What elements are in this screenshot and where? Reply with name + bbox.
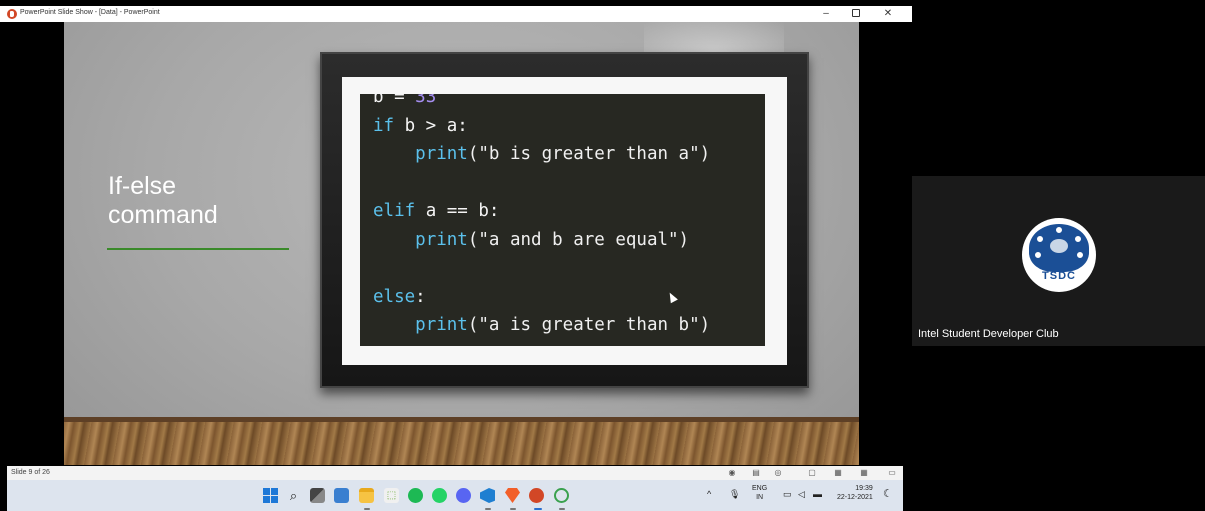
code-token: if — [373, 115, 395, 136]
app-circle-button[interactable] — [554, 488, 569, 503]
slide-title: If-else command — [108, 172, 218, 229]
code-line: b = 33 — [373, 94, 765, 112]
running-indicator — [559, 508, 565, 510]
start-button[interactable] — [263, 488, 278, 503]
title-bar: PowerPoint Slide Show - [Data] - PowerPo… — [0, 6, 912, 22]
spotify-button[interactable] — [408, 488, 423, 503]
screen-share: PowerPoint Slide Show - [Data] - PowerPo… — [0, 0, 912, 511]
notifications-icon[interactable]: ☾ — [883, 487, 893, 500]
code-line: else: — [373, 283, 765, 312]
code-token: b — [373, 94, 384, 107]
code-line: if b > a: — [373, 112, 765, 141]
running-indicator — [510, 508, 516, 510]
logo-node — [1033, 250, 1043, 260]
code-token: b > a: — [394, 115, 468, 136]
widgets-button[interactable] — [334, 488, 349, 503]
logo-globe — [1029, 224, 1089, 272]
record-icon[interactable]: ◉ — [727, 468, 737, 478]
active-indicator — [534, 508, 542, 510]
battery-icon[interactable]: ▬ — [813, 489, 822, 499]
status-bar: Slide 9 of 26 ◉ ▤ ◎ ▢ ▦ ▦ ▭ — [7, 466, 903, 480]
powerpoint-app-icon — [7, 9, 17, 19]
discord-button[interactable] — [456, 488, 471, 503]
slide[interactable]: If-else command b = 33 if b > a: print("b… — [64, 22, 859, 465]
minimize-button[interactable]: – — [814, 7, 838, 21]
clock-date: 22-12-2021 — [837, 494, 873, 501]
brave-button[interactable] — [505, 488, 520, 503]
running-indicator — [364, 508, 370, 510]
logo-node — [1075, 250, 1085, 260]
grid-view-icon[interactable]: ▦ — [859, 468, 869, 478]
running-indicator — [485, 508, 491, 510]
display-icon[interactable]: ▭ — [783, 489, 792, 500]
clock-time: 19:39 — [855, 485, 873, 492]
store-button[interactable]: ⬚ — [384, 488, 399, 503]
close-button[interactable]: ✕ — [876, 7, 900, 21]
code-token: : — [415, 286, 426, 307]
slide-area: If-else command b = 33 if b > a: print("b… — [7, 22, 903, 465]
code-line: elif a == b: — [373, 197, 765, 226]
language-indicator[interactable]: ENG IN — [752, 484, 767, 502]
code-token: a == b: — [415, 201, 500, 221]
normal-view-icon[interactable]: ▢ — [807, 468, 817, 478]
logo-node — [1073, 234, 1083, 244]
notes-icon[interactable]: ▤ — [751, 468, 761, 478]
volume-icon[interactable]: ◁ — [798, 489, 805, 500]
microphone-icon[interactable]: 🎙 — [729, 489, 740, 500]
task-view-button[interactable] — [310, 488, 325, 503]
title-underline — [107, 248, 289, 250]
tray-chevron-icon[interactable]: ^ — [707, 489, 711, 499]
logo-text: TSDC — [1042, 270, 1076, 282]
whatsapp-button[interactable] — [432, 488, 447, 503]
code-token: = — [383, 94, 416, 107]
code-line: print("b is greater than a") — [373, 140, 765, 169]
search-button[interactable]: ⌕ — [286, 488, 301, 503]
club-logo: TSDC — [1022, 218, 1096, 292]
presenter-icon[interactable]: ▭ — [887, 468, 897, 478]
logo-node — [1035, 234, 1045, 244]
powerpoint-button[interactable] — [529, 488, 544, 503]
brain-icon — [1050, 239, 1068, 253]
code-token: else — [373, 286, 416, 307]
logo-node — [1054, 225, 1064, 235]
maximize-icon — [852, 9, 860, 18]
region-code: IN — [756, 494, 764, 501]
participant-name: Intel Student Developer Club — [918, 328, 1059, 340]
code-token: print — [415, 315, 468, 335]
taskbar: ⌕ ⬚ ^ 🎙 ENG IN ▭ ◁ ▬ 19:39 22-12-2021 ☾ — [7, 480, 903, 511]
code-block: b = 33 if b > a: print("b is greater than… — [360, 94, 765, 346]
wooden-floor — [64, 417, 859, 465]
code-token: ("a is greater than b") — [467, 315, 711, 335]
code-line: print("a and b are equal") — [373, 226, 765, 255]
picture-frame: b = 33 if b > a: print("b is greater than… — [320, 52, 809, 388]
language-code: ENG — [752, 485, 768, 492]
frame-matte: b = 33 if b > a: print("b is greater than… — [342, 77, 787, 365]
reading-view-icon[interactable]: ◎ — [773, 468, 783, 478]
code-token: 33 — [415, 94, 437, 107]
window-title: PowerPoint Slide Show - [Data] - PowerPo… — [20, 9, 160, 16]
code-token: ("a and b are equal") — [467, 229, 690, 250]
maximize-button[interactable] — [844, 7, 868, 21]
vscode-button[interactable] — [480, 488, 495, 503]
code-token: elif — [373, 201, 416, 221]
code-token: ("b is greater than a") — [467, 144, 711, 164]
file-explorer-button[interactable] — [359, 488, 374, 503]
clock[interactable]: 19:39 22-12-2021 — [837, 484, 873, 502]
slide-counter: Slide 9 of 26 — [11, 469, 50, 476]
slide-sorter-icon[interactable]: ▦ — [833, 468, 843, 478]
participant-tile[interactable]: TSDC Intel Student Developer Club — [912, 176, 1205, 346]
code-token: print — [415, 229, 468, 250]
code-line: print("a is greater than b") — [373, 311, 765, 340]
code-token: print — [415, 144, 468, 164]
